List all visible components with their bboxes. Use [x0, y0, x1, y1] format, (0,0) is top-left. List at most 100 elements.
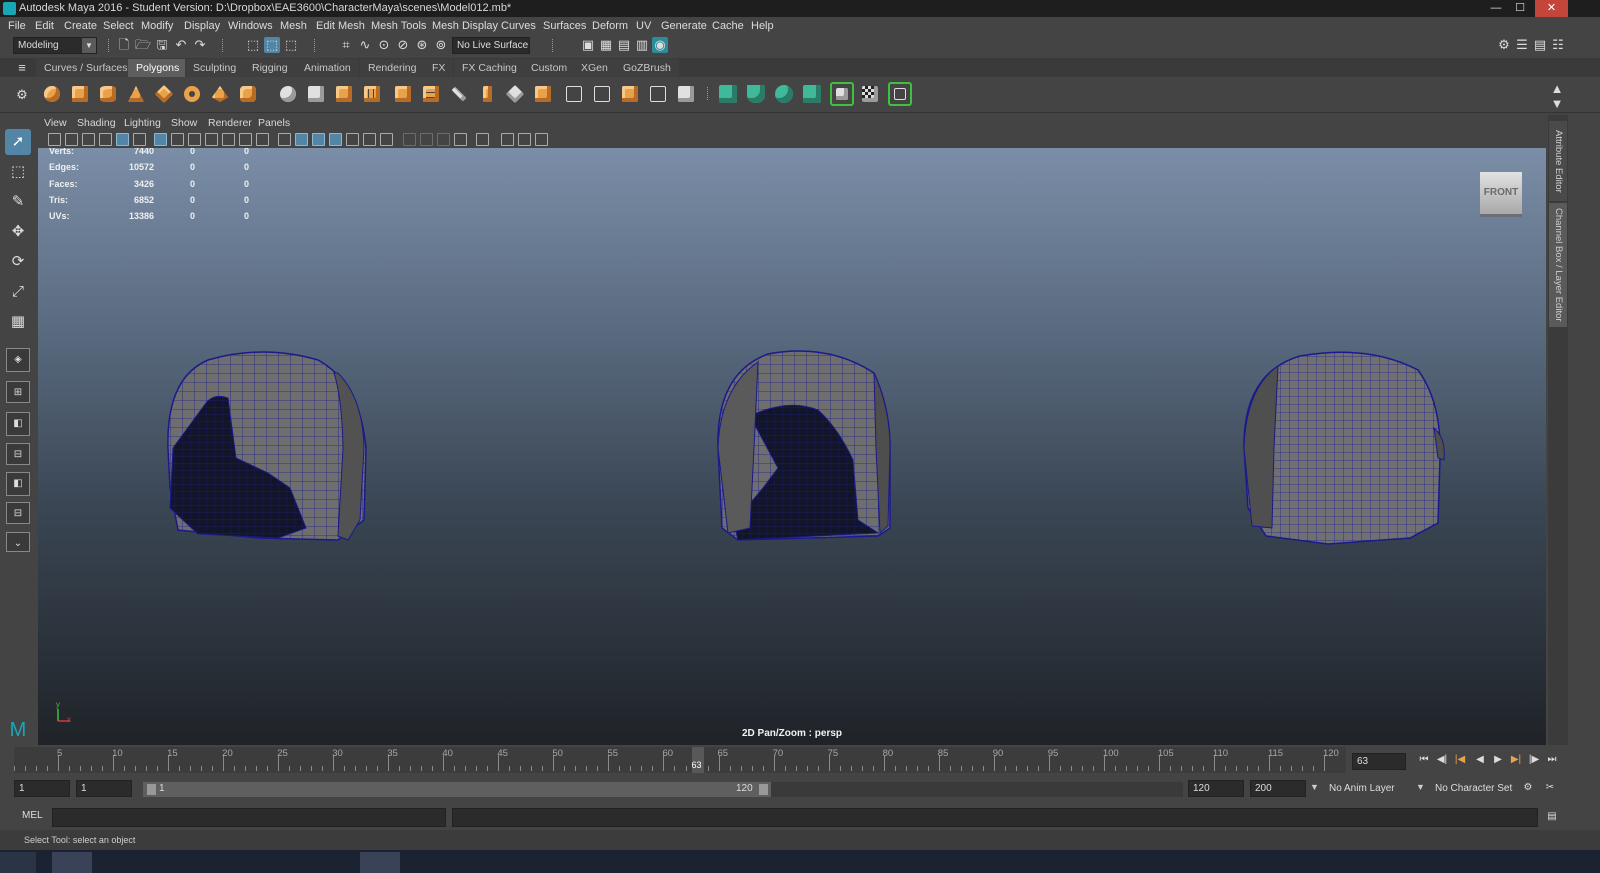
poly-sphere-icon[interactable]: [40, 82, 64, 106]
film-gate-icon[interactable]: [171, 133, 184, 146]
pan-zoom-icon[interactable]: [116, 133, 129, 146]
outliner-persp-layout-icon[interactable]: ◧: [6, 472, 30, 496]
new-scene-icon[interactable]: 🗋: [116, 37, 132, 53]
tab-rendering[interactable]: Rendering: [360, 59, 425, 77]
poly-prism-icon[interactable]: [208, 82, 232, 106]
tab-fx-caching[interactable]: FX Caching: [454, 59, 525, 77]
go-to-end-icon[interactable]: ⏭: [1544, 753, 1560, 767]
current-frame-field[interactable]: 63: [1352, 753, 1406, 770]
minimize-button[interactable]: —: [1484, 0, 1508, 17]
wireframe-on-shaded-icon[interactable]: [312, 133, 325, 146]
panel-menu-lighting[interactable]: Lighting: [124, 116, 161, 131]
scene-meshes[interactable]: [38, 148, 1546, 745]
tab-channel-box[interactable]: Channel Box / Layer Editor: [1549, 203, 1567, 327]
step-forward-frame-icon[interactable]: |▶: [1526, 753, 1542, 767]
menu-surfaces[interactable]: Surfaces: [543, 17, 586, 35]
taskbar-app-maya[interactable]: [360, 852, 400, 873]
animation-preferences-icon[interactable]: ✂: [1542, 781, 1558, 795]
select-by-component-icon[interactable]: ⬚: [283, 37, 299, 53]
start-time-field[interactable]: 1: [14, 780, 70, 797]
step-back-key-icon[interactable]: |◀: [1452, 753, 1468, 767]
poly-plane-icon[interactable]: [152, 82, 176, 106]
menu-mesh-display[interactable]: Mesh Display: [432, 17, 498, 35]
snap-to-point-icon[interactable]: ⊙: [376, 37, 392, 53]
end-time-field[interactable]: 200: [1250, 780, 1306, 797]
separate-icon[interactable]: [304, 82, 328, 106]
extrude-icon[interactable]: [419, 82, 443, 106]
uv-cylindrical-icon[interactable]: [744, 82, 768, 106]
select-by-hierarchy-icon[interactable]: ⬚: [245, 37, 261, 53]
poly-torus-icon[interactable]: [180, 82, 204, 106]
taskbar-app-spotify[interactable]: [160, 852, 200, 873]
go-to-start-icon[interactable]: ⏮: [1416, 753, 1432, 767]
mirror-geometry-icon[interactable]: [391, 82, 415, 106]
taskbar-app-terminal[interactable]: [310, 852, 350, 873]
grid-toggle-icon[interactable]: [154, 133, 167, 146]
poly-cube-icon[interactable]: [68, 82, 92, 106]
lights-icon[interactable]: [363, 133, 376, 146]
two-pane-stacked-layout-icon[interactable]: ⊟: [6, 443, 30, 465]
live-surface-field[interactable]: No Live Surface: [452, 37, 530, 54]
tab-animation[interactable]: Animation: [296, 59, 359, 77]
depth-of-field-icon[interactable]: [454, 133, 467, 146]
tab-custom[interactable]: Custom: [523, 59, 576, 77]
menu-edit[interactable]: Edit: [35, 17, 54, 35]
menu-curves[interactable]: Curves: [501, 17, 536, 35]
textured-icon[interactable]: [329, 133, 342, 146]
menu-uv[interactable]: UV: [636, 17, 651, 35]
hair-mesh-middle[interactable]: [717, 350, 891, 541]
command-input[interactable]: [52, 808, 446, 827]
close-button[interactable]: ✕: [1535, 0, 1568, 17]
poly-cylinder-icon[interactable]: [96, 82, 120, 106]
shadows-icon[interactable]: [380, 133, 393, 146]
attribute-editor-toggle-icon[interactable]: ☰: [1514, 37, 1530, 53]
snap-to-grid-icon[interactable]: ⌗: [338, 37, 354, 53]
poly-pipe-icon[interactable]: [236, 82, 260, 106]
hypershade-icon[interactable]: ◉: [652, 37, 668, 53]
smooth-shade-icon[interactable]: [295, 133, 308, 146]
tab-gozbrush[interactable]: GoZBrush: [615, 59, 679, 77]
range-start-grip[interactable]: [147, 784, 156, 795]
menu-set-dropdown[interactable]: Modeling ▼: [13, 37, 97, 54]
start-button[interactable]: [0, 852, 36, 873]
layout-more-icon[interactable]: ⌄: [6, 532, 30, 552]
menu-select[interactable]: Select: [103, 17, 134, 35]
lasso-tool-icon[interactable]: ⬚: [5, 159, 31, 185]
play-backwards-icon[interactable]: ◀: [1472, 753, 1488, 767]
last-tool-icon[interactable]: ▦: [5, 309, 31, 335]
xray-joints-icon[interactable]: [518, 133, 531, 146]
modeling-toolkit-icon[interactable]: ⚙: [1496, 37, 1512, 53]
menu-mesh-tools[interactable]: Mesh Tools: [371, 17, 426, 35]
range-end-grip[interactable]: [759, 784, 768, 795]
uv-checker-icon[interactable]: [858, 82, 882, 106]
menu-file[interactable]: File: [8, 17, 26, 35]
hair-mesh-left[interactable]: [167, 351, 367, 541]
persp-viewport[interactable]: Verts: 7440 0 0 Edges: 10572 0 0 Faces: …: [38, 148, 1546, 745]
maximize-button[interactable]: ☐: [1508, 0, 1532, 17]
safe-action-icon[interactable]: [239, 133, 252, 146]
uv-editor-icon[interactable]: [830, 82, 854, 106]
snap-to-view-plane-icon[interactable]: ⊘: [395, 37, 411, 53]
motion-blur-icon[interactable]: [420, 133, 433, 146]
boolean-icon[interactable]: [674, 82, 698, 106]
camera-select-icon[interactable]: [48, 133, 61, 146]
menu-modify[interactable]: Modify: [141, 17, 173, 35]
bevel-icon[interactable]: [475, 82, 499, 106]
taskbar-app-steam[interactable]: [260, 852, 300, 873]
ipr-render-icon[interactable]: ▤: [616, 37, 632, 53]
shelf-scroll-down-icon[interactable]: ▼: [1549, 96, 1565, 112]
render-icon[interactable]: ▦: [598, 37, 614, 53]
wireframe-icon[interactable]: [278, 133, 291, 146]
select-tool-icon[interactable]: ➚: [5, 129, 31, 155]
fill-hole-icon[interactable]: [562, 82, 586, 106]
shelf-scroll-up-icon[interactable]: ▲: [1549, 81, 1565, 97]
extract-icon[interactable]: [332, 82, 356, 106]
tab-rigging[interactable]: Rigging: [244, 59, 296, 77]
play-forwards-icon[interactable]: ▶: [1490, 753, 1506, 767]
tool-settings-toggle-icon[interactable]: ▤: [1532, 37, 1548, 53]
uv-cut-sew-icon[interactable]: [888, 82, 912, 106]
field-chart-icon[interactable]: [222, 133, 235, 146]
playback-start-field[interactable]: 1: [76, 780, 132, 797]
graph-editor-layout-icon[interactable]: ⊟: [6, 502, 30, 524]
collapse-icon[interactable]: [646, 82, 670, 106]
